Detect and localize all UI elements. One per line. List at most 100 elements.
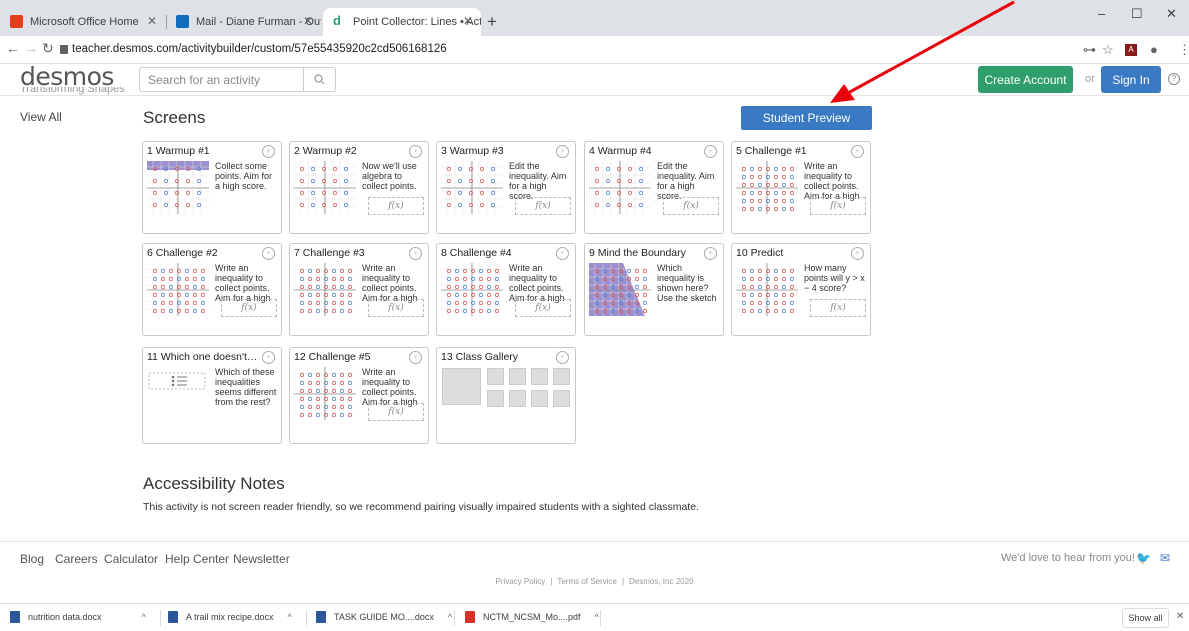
pdf-file-icon bbox=[465, 611, 475, 623]
menu-icon[interactable]: ⋮ bbox=[1178, 42, 1189, 58]
teacher-tip-icon[interactable]: ♀ bbox=[704, 247, 717, 260]
shelf-separator bbox=[454, 610, 455, 626]
view-all-link[interactable]: View All bbox=[20, 110, 62, 124]
word-file-icon bbox=[168, 611, 178, 623]
teacher-tip-icon[interactable]: ♀ bbox=[851, 247, 864, 260]
desmos-favicon-icon: d bbox=[333, 13, 341, 28]
teacher-tip-icon[interactable]: ♀ bbox=[409, 351, 422, 364]
chevron-up-icon[interactable]: ^ bbox=[448, 612, 452, 622]
show-all-button[interactable]: Show all bbox=[1122, 608, 1169, 628]
teacher-tip-icon[interactable]: ♀ bbox=[409, 247, 422, 260]
close-shelf-icon[interactable]: ✕ bbox=[1176, 611, 1184, 622]
footer-link-careers[interactable]: Careers bbox=[55, 552, 98, 566]
screen-card-description: How many points will y > x − 4 score? bbox=[804, 263, 865, 293]
help-icon[interactable]: ? bbox=[1168, 73, 1180, 85]
screen-thumbnail bbox=[147, 263, 209, 316]
star-icon[interactable]: ☆ bbox=[1102, 42, 1114, 58]
teacher-tip-icon[interactable]: ♀ bbox=[262, 351, 275, 364]
screen-card-title: 9 Mind the Boundary bbox=[589, 247, 686, 259]
search-input[interactable]: Search for an activity bbox=[139, 67, 336, 92]
teacher-tip-icon[interactable]: ♀ bbox=[704, 145, 717, 158]
teacher-tip-icon[interactable]: ♀ bbox=[556, 247, 569, 260]
search-icon[interactable] bbox=[303, 68, 335, 91]
address-bar: ← → ↻ teacher.desmos.com/activitybuilder… bbox=[0, 36, 1189, 64]
close-tab-icon[interactable]: ✕ bbox=[463, 14, 473, 28]
download-filename: NCTM_NCSM_Mo....pdf bbox=[483, 612, 581, 622]
screen-card[interactable]: 13 Class Gallery ♀ bbox=[436, 347, 576, 444]
screen-card[interactable]: 1 Warmup #1 ♀ Collect some points. Aim for… bbox=[142, 141, 282, 234]
minimize-icon[interactable]: – bbox=[1098, 6, 1105, 21]
reload-icon[interactable]: ↻ bbox=[42, 40, 54, 57]
footer-link-newsletter[interactable]: Newsletter bbox=[233, 552, 290, 566]
mail-icon[interactable]: ✉ bbox=[1160, 551, 1170, 565]
screen-card-description: Which inequality is shown here? Use the … bbox=[657, 263, 717, 303]
browser-tab-strip: Microsoft Office Home ✕ Mail - Diane Fur… bbox=[0, 0, 1189, 36]
close-tab-icon[interactable]: ✕ bbox=[303, 14, 313, 28]
teacher-tip-icon[interactable]: ♀ bbox=[262, 145, 275, 158]
download-item[interactable]: A trail mix recipe.docx ^ bbox=[168, 611, 292, 623]
screen-card[interactable]: 2 Warmup #2 ♀ Now we'll use algebra to col… bbox=[289, 141, 429, 234]
pdf-icon[interactable]: A bbox=[1125, 44, 1137, 56]
search-placeholder: Search for an activity bbox=[148, 73, 261, 87]
screen-thumbnail bbox=[589, 161, 651, 214]
new-tab-icon[interactable]: + bbox=[487, 12, 497, 32]
screen-card[interactable]: 4 Warmup #4 ♀ Edit the inequality. Aim for… bbox=[584, 141, 724, 234]
close-window-icon[interactable]: ✕ bbox=[1166, 6, 1177, 22]
back-icon[interactable]: ← bbox=[6, 40, 20, 56]
screen-card-description: Write an inequality to collect points. A… bbox=[362, 367, 418, 407]
download-item[interactable]: nutrition data.docx ^ bbox=[10, 611, 146, 623]
gallery-thumbnail bbox=[487, 368, 504, 385]
feedback-text: We'd love to hear from you! bbox=[1001, 552, 1135, 564]
download-item[interactable]: NCTM_NCSM_Mo....pdf ^ bbox=[465, 611, 599, 623]
screen-card-title: 1 Warmup #1 bbox=[147, 145, 210, 157]
or-label: or bbox=[1085, 73, 1095, 85]
teacher-tip-icon[interactable]: ♀ bbox=[556, 351, 569, 364]
screen-card[interactable]: 5 Challenge #1 ♀ Write an inequality to co… bbox=[731, 141, 871, 234]
tab-office-home[interactable]: Microsoft Office Home ✕ bbox=[0, 8, 165, 36]
office-icon bbox=[10, 15, 23, 28]
accessibility-text: This activity is not screen reader frien… bbox=[143, 501, 699, 513]
create-account-button[interactable]: Create Account bbox=[978, 66, 1073, 93]
screen-card[interactable]: 12 Challenge #5 ♀ Write an inequality to c… bbox=[289, 347, 429, 444]
screen-card[interactable]: 10 Predict ♀ How many points will y > x − … bbox=[731, 243, 871, 336]
footer-link-blog[interactable]: Blog bbox=[20, 552, 44, 566]
maximize-icon[interactable]: ☐ bbox=[1131, 6, 1143, 22]
forward-icon[interactable]: → bbox=[24, 40, 38, 56]
screen-card-title: 4 Warmup #4 bbox=[589, 145, 652, 157]
sign-in-button[interactable]: Sign In bbox=[1101, 66, 1161, 93]
twitter-icon[interactable]: 🐦 bbox=[1136, 551, 1151, 565]
teacher-tip-icon[interactable]: ♀ bbox=[409, 145, 422, 158]
footer-link-help-center[interactable]: Help Center bbox=[165, 552, 229, 566]
privacy-policy-link[interactable]: Privacy Policy bbox=[490, 577, 550, 586]
student-preview-button[interactable]: Student Preview bbox=[741, 106, 872, 130]
teacher-tip-icon[interactable]: ♀ bbox=[262, 247, 275, 260]
footer-link-calculator[interactable]: Calculator bbox=[104, 552, 158, 566]
screen-card[interactable]: 9 Mind the Boundary ♀ Which inequality is … bbox=[584, 243, 724, 336]
profile-icon[interactable]: ● bbox=[1150, 42, 1158, 57]
chevron-up-icon[interactable]: ^ bbox=[595, 612, 599, 622]
screen-thumbnail bbox=[148, 372, 206, 390]
key-icon[interactable]: ⊶ bbox=[1083, 42, 1096, 58]
screen-card[interactable]: 8 Challenge #4 ♀ Write an inequality to co… bbox=[436, 243, 576, 336]
teacher-tip-icon[interactable]: ♀ bbox=[851, 145, 864, 158]
screen-card-description: Which of these inequalities seems differ… bbox=[215, 367, 277, 407]
screen-card[interactable]: 6 Challenge #2 ♀ Write an inequality to co… bbox=[142, 243, 282, 336]
site-header: desmos Search for an activity Create Acc… bbox=[0, 62, 1189, 96]
tab-outlook-mail[interactable]: Mail - Diane Furman - Outlook ✕ bbox=[166, 8, 321, 36]
expression-input-preview: f(x) bbox=[368, 299, 424, 317]
screen-card-description: Write an inequality to collect points. A… bbox=[509, 263, 565, 303]
download-item[interactable]: TASK GUIDE MO....docx ^ bbox=[316, 611, 452, 623]
url-field[interactable]: teacher.desmos.com/activitybuilder/custo… bbox=[72, 43, 447, 55]
chevron-up-icon[interactable]: ^ bbox=[288, 612, 292, 622]
teacher-tip-icon[interactable]: ♀ bbox=[556, 145, 569, 158]
close-tab-icon[interactable]: ✕ bbox=[147, 14, 157, 28]
terms-of-service-link[interactable]: Terms of Service bbox=[552, 577, 622, 586]
expression-input-preview: f(x) bbox=[368, 197, 424, 215]
screen-card[interactable]: 11 Which one doesn't b... ♀ Which of these… bbox=[142, 347, 282, 444]
tab-point-collector[interactable]: d Point Collector: Lines • Activity B ✕ bbox=[323, 8, 481, 36]
lock-icon bbox=[60, 45, 68, 54]
screen-card[interactable]: 7 Challenge #3 ♀ Write an inequality to co… bbox=[289, 243, 429, 336]
screen-thumbnail bbox=[589, 263, 651, 316]
chevron-up-icon[interactable]: ^ bbox=[142, 612, 146, 622]
screen-card[interactable]: 3 Warmup #3 ♀ Edit the inequality. Aim for… bbox=[436, 141, 576, 234]
